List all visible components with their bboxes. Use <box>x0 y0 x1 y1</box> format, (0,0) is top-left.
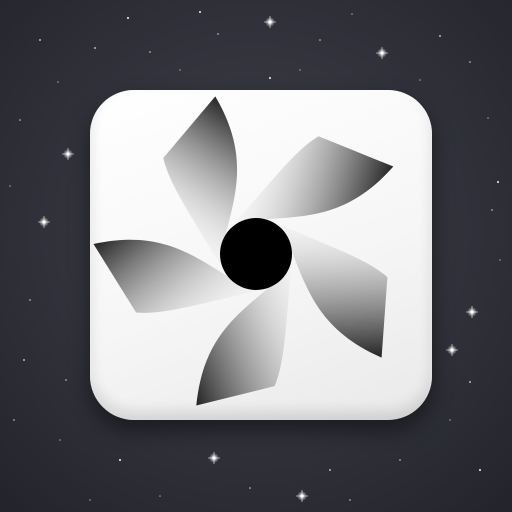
star <box>300 494 304 498</box>
star <box>59 439 61 441</box>
star <box>299 69 301 71</box>
star <box>118 458 122 462</box>
star <box>159 495 161 497</box>
star <box>217 33 219 35</box>
star <box>93 46 97 50</box>
star <box>65 379 67 381</box>
star <box>268 20 272 24</box>
aperture-center <box>220 218 292 290</box>
star <box>496 180 500 184</box>
star <box>13 419 15 421</box>
star <box>38 38 42 42</box>
star <box>212 456 216 460</box>
app-icon[interactable] <box>90 90 432 420</box>
star <box>57 81 59 83</box>
star <box>478 468 482 472</box>
star <box>438 34 442 38</box>
star <box>468 380 472 384</box>
star <box>249 487 251 489</box>
star <box>470 310 474 314</box>
star <box>42 220 46 224</box>
star <box>319 39 321 41</box>
star <box>499 259 501 261</box>
star <box>149 51 151 53</box>
star <box>349 499 351 501</box>
star <box>380 51 384 55</box>
star <box>449 419 451 421</box>
star <box>487 117 489 119</box>
star <box>351 13 353 15</box>
star <box>9 185 11 187</box>
star <box>450 348 454 352</box>
space-background <box>0 0 512 512</box>
star <box>179 69 181 71</box>
star <box>419 79 421 81</box>
star <box>399 459 401 461</box>
star <box>89 499 91 501</box>
star <box>126 16 130 20</box>
star <box>491 209 493 211</box>
star <box>198 10 202 14</box>
star <box>22 358 26 362</box>
star <box>19 119 21 121</box>
star <box>469 61 471 63</box>
star <box>29 299 31 301</box>
star <box>328 468 332 472</box>
star <box>268 76 272 80</box>
star <box>66 152 70 156</box>
aperture-swirl-icon <box>93 96 394 406</box>
